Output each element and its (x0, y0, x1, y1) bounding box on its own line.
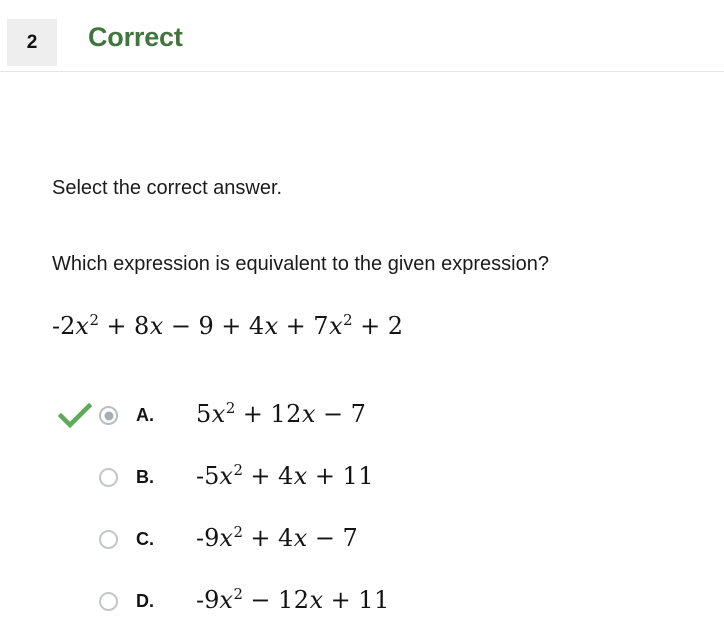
option-row-c[interactable]: C. -9x2 +4x −7 (0, 518, 724, 580)
option-c-var-2: x (293, 524, 308, 552)
header-divider (0, 71, 724, 72)
option-b-operator-2: + (314, 462, 336, 490)
option-c-coef-1: -9 (196, 524, 220, 552)
option-d-coef-3: 11 (358, 586, 390, 614)
option-b-var-2: x (293, 462, 308, 490)
given-exponent-2: 2 (343, 311, 354, 329)
option-d-operator-2: + (330, 586, 352, 614)
given-var-3: x (264, 312, 279, 340)
option-letter-b: B. (136, 467, 154, 487)
option-a-coef-3: 7 (350, 400, 367, 428)
option-d-coef-2: 12 (278, 586, 310, 614)
option-a-operator-1: + (242, 400, 264, 428)
given-exponent-1: 2 (89, 311, 100, 329)
option-b-coef-2: 4 (278, 462, 294, 490)
given-term-6: 2 (387, 312, 404, 340)
option-letter-d: D. (136, 591, 154, 611)
option-c-operator-1: + (250, 524, 272, 552)
given-term-5: 7 (313, 312, 330, 340)
option-expression-c: -9x2 +4x −7 (196, 524, 358, 552)
option-b-coef-1: -5 (196, 462, 220, 490)
radio-button-c[interactable] (99, 530, 118, 549)
given-operator-2: − (170, 312, 192, 340)
given-term-1: -2 (52, 312, 76, 340)
option-b-operator-1: + (250, 462, 272, 490)
given-operator-5: + (360, 312, 381, 340)
given-term-2: 8 (134, 312, 150, 340)
given-operator-1: + (106, 312, 128, 340)
option-row-a[interactable]: A. 5x2 +12x −7 (0, 394, 724, 456)
question-header: 2 Correct (0, 0, 724, 72)
check-icon (57, 402, 93, 431)
status-title: Correct (88, 22, 183, 52)
given-term-4: 4 (248, 312, 265, 340)
radio-button-b[interactable] (99, 468, 118, 487)
option-a-operator-2: − (323, 400, 344, 428)
given-term-3: 9 (198, 312, 215, 340)
option-a-var-1: x (211, 400, 226, 428)
option-letter-c: C. (136, 529, 154, 549)
option-d-var-2: x (309, 586, 324, 614)
option-c-coef-3: 7 (342, 524, 359, 552)
given-var-1: x (75, 312, 90, 340)
option-b-coef-3: 11 (342, 462, 374, 490)
option-b-exponent-1: 2 (233, 461, 244, 479)
given-var-4: x (329, 312, 344, 340)
option-expression-a: 5x2 +12x −7 (196, 400, 366, 428)
instruction-text: Select the correct answer. (52, 177, 283, 199)
option-d-operator-1: − (250, 586, 272, 614)
question-number-badge: 2 (7, 19, 57, 66)
option-d-exponent-1: 2 (233, 585, 244, 603)
option-d-coef-1: -9 (196, 586, 220, 614)
question-prompt-text: Which expression is equivalent to the gi… (52, 253, 549, 275)
given-operator-4: + (285, 312, 307, 340)
option-row-d[interactable]: D. -9x2−12x +11 (0, 580, 724, 642)
option-a-exponent-1: 2 (225, 399, 236, 417)
option-a-var-2: x (301, 400, 316, 428)
option-c-coef-2: 4 (278, 524, 294, 552)
option-a-coef-2: 12 (270, 400, 302, 428)
option-expression-d: -9x2−12x +11 (196, 586, 390, 614)
option-c-var-1: x (219, 524, 234, 552)
option-letter-a: A. (136, 405, 154, 425)
option-c-operator-2: − (314, 524, 336, 552)
radio-button-d[interactable] (99, 592, 118, 611)
option-b-var-1: x (219, 462, 234, 490)
given-operator-3: + (221, 312, 242, 340)
option-c-exponent-1: 2 (233, 523, 244, 541)
given-var-2: x (149, 312, 164, 340)
answer-options-list: A. 5x2 +12x −7 B. -5x2 +4x +11 C. -9x2 +4x −7 … (0, 394, 724, 642)
option-a-coef-1: 5 (196, 400, 212, 428)
option-row-b[interactable]: B. -5x2 +4x +11 (0, 456, 724, 518)
option-expression-b: -5x2 +4x +11 (196, 462, 374, 490)
option-d-var-1: x (219, 586, 234, 614)
radio-button-a[interactable] (99, 406, 118, 425)
given-expression: -2x2 +8x −9 +4x +7x2 +2 (52, 312, 403, 340)
